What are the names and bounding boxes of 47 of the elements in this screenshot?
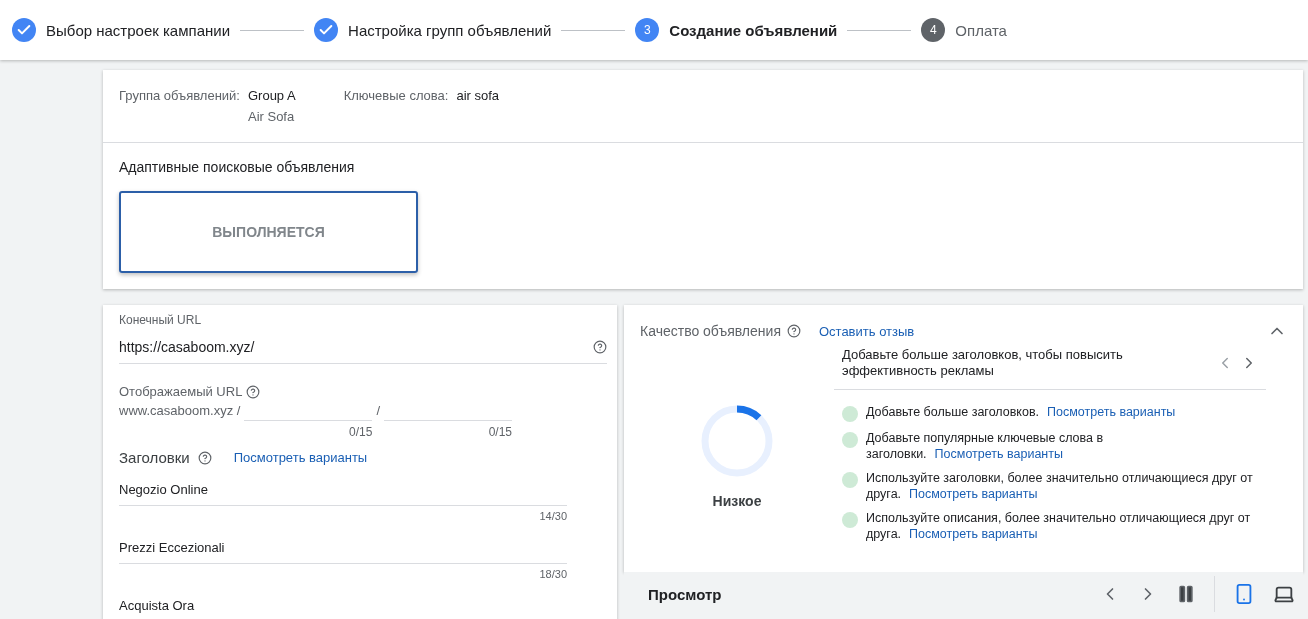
path-separator: / [376,403,380,418]
view-options-link[interactable]: Посмотреть варианты [909,487,1038,501]
step-check-icon [314,18,339,42]
keywords-value: air sofa [456,88,500,105]
char-counter: 18/30 [539,568,567,582]
final-url-field[interactable]: https://casaboom.xyz/ [119,331,607,364]
help-icon[interactable] [593,340,607,354]
suggestion-text: Используйте описания, более значительно отличающиеся друг от друга. Посмотреть варианты [866,510,1252,542]
feedback-link[interactable]: Оставить отзыв [818,323,915,339]
step-label[interactable]: Выбор настроек кампании [46,21,231,39]
headline-field[interactable]: Prezzi Eccezionali [119,524,567,564]
char-counter: 0/15 [349,425,373,439]
view-options-link[interactable]: Посмотреть варианты [909,527,1038,541]
char-counter: 14/30 [539,510,567,524]
char-counter: 0/15 [488,425,512,439]
tip-text: Добавьте больше заголовков, чтобы повысить эффективность рекламы [842,347,1124,379]
headlines-title: Заголовки [119,449,190,466]
step-label[interactable]: Оплата [955,21,1007,39]
help-icon[interactable] [197,450,212,465]
step-label[interactable]: Создание объявлений [669,21,838,39]
step-label[interactable]: Настройка групп объявлений [348,21,552,39]
headline-field[interactable]: Acquista Ora [119,582,567,619]
help-icon[interactable] [246,384,261,399]
view-options-link[interactable]: Посмотреть варианты [233,450,368,465]
step-number: 4 [921,18,946,42]
group-name: Group A [247,88,296,103]
group-label: Группа объявлений: [119,88,240,105]
ad-type-title: Адаптивные поисковые объявления [119,159,356,175]
pause-icon[interactable] [1176,584,1196,604]
view-options-link[interactable]: Посмотреть варианты [934,447,1063,461]
step-number: 3 [635,18,660,42]
suggestion-text: Используйте заголовки, более значительно отличающиеся друг от друга. Посмотреть варианты [866,470,1254,502]
quality-title: Качество объявления [640,323,781,339]
suggestion-text: Добавьте популярные ключевые слова в заголовки. Посмотреть варианты [866,430,1105,462]
help-icon[interactable] [786,324,801,338]
preview-title: Просмотр [648,585,722,603]
field-label: Отображаемый URL [119,384,243,399]
headline-field[interactable]: Negozio Online [119,466,567,506]
quality-rating: Низкое [712,493,762,509]
field-label: Конечный URL [119,313,203,327]
view-options-link[interactable]: Посмотреть варианты [1047,405,1176,419]
group-subtitle: Air Sofa [247,109,296,124]
step-check-icon [12,18,36,42]
display-domain: www.casaboom.xyz / [119,403,241,418]
keywords-label: Ключевые слова: [343,88,449,105]
suggestion-text: Добавьте больше заголовков. Посмотреть варианты [866,404,1177,420]
ad-status-card[interactable]: ВЫПОЛНЯЕТСЯ [119,191,418,273]
